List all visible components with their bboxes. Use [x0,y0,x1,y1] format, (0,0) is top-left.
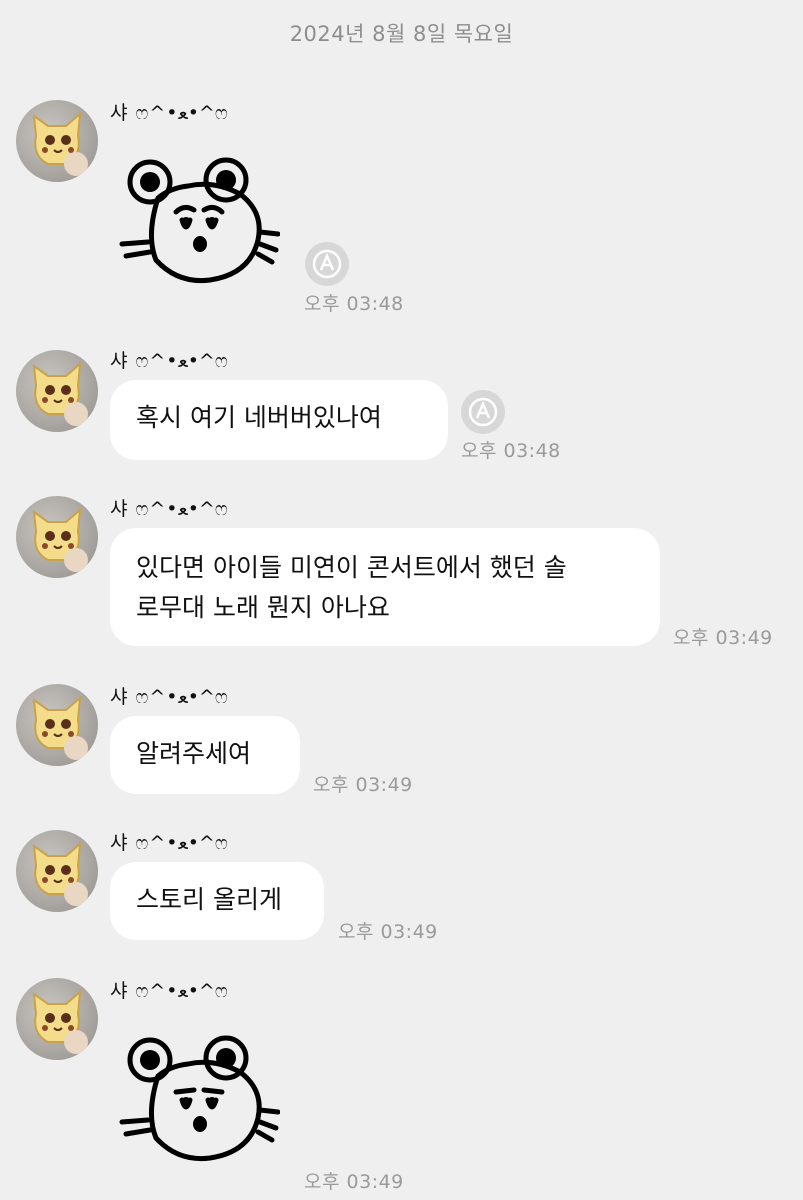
translate-icon[interactable] [304,241,350,287]
message-text: 알려주세여 [136,739,252,768]
sender-name: 샤 ෆ^•ﻌ•^ෆ [110,832,229,854]
sender-name: 샤 ෆ^•ﻌ•^ෆ [110,686,229,708]
message-text: 혹시 여기 네버버있나여 [136,403,382,432]
message-text-line: 로무대 노래 뭔지 아나요 [136,593,390,622]
cookie-cat-avatar-image [32,989,88,1054]
message-time: 오후 03:49 [313,774,413,796]
cookie-cat-avatar-image [32,507,88,572]
cookie-cat-avatar-image [32,695,88,760]
message-bubble[interactable]: 스토리 올리게 [110,862,324,940]
message-bubble[interactable]: 있다면 아이들 미연이 콘서트에서 했던 솔 로무대 노래 뭔지 아나요 [110,528,660,646]
avatar[interactable] [16,496,98,578]
translate-icon[interactable] [460,389,506,435]
message-text-line: 있다면 아이들 미연이 콘서트에서 했던 솔 [136,553,567,582]
message-time: 오후 03:48 [461,440,561,462]
avatar[interactable] [16,830,98,912]
cookie-cat-avatar-image [32,361,88,426]
message-time: 오후 03:49 [338,921,438,943]
bear-face-sticker[interactable] [118,1034,280,1164]
avatar[interactable] [16,100,98,182]
message-text: 스토리 올리게 [136,885,282,914]
avatar[interactable] [16,350,98,432]
sender-name: 샤 ෆ^•ﻌ•^ෆ [110,980,229,1002]
sender-name: 샤 ෆ^•ﻌ•^ෆ [110,102,229,124]
cookie-cat-avatar-image [32,841,88,906]
message-time: 오후 03:49 [673,627,773,649]
cookie-cat-avatar-image [32,111,88,176]
date-header: 2024년 8월 8일 목요일 [289,22,514,46]
message-bubble[interactable]: 알려주세여 [110,716,300,794]
avatar[interactable] [16,978,98,1060]
bear-face-sticker[interactable] [118,156,280,286]
sender-name: 샤 ෆ^•ﻌ•^ෆ [110,498,229,520]
sender-name: 샤 ෆ^•ﻌ•^ෆ [110,350,229,372]
message-bubble[interactable]: 혹시 여기 네버버있나여 [110,380,448,460]
message-time: 오후 03:48 [304,293,404,315]
avatar[interactable] [16,684,98,766]
message-time: 오후 03:49 [304,1171,404,1193]
